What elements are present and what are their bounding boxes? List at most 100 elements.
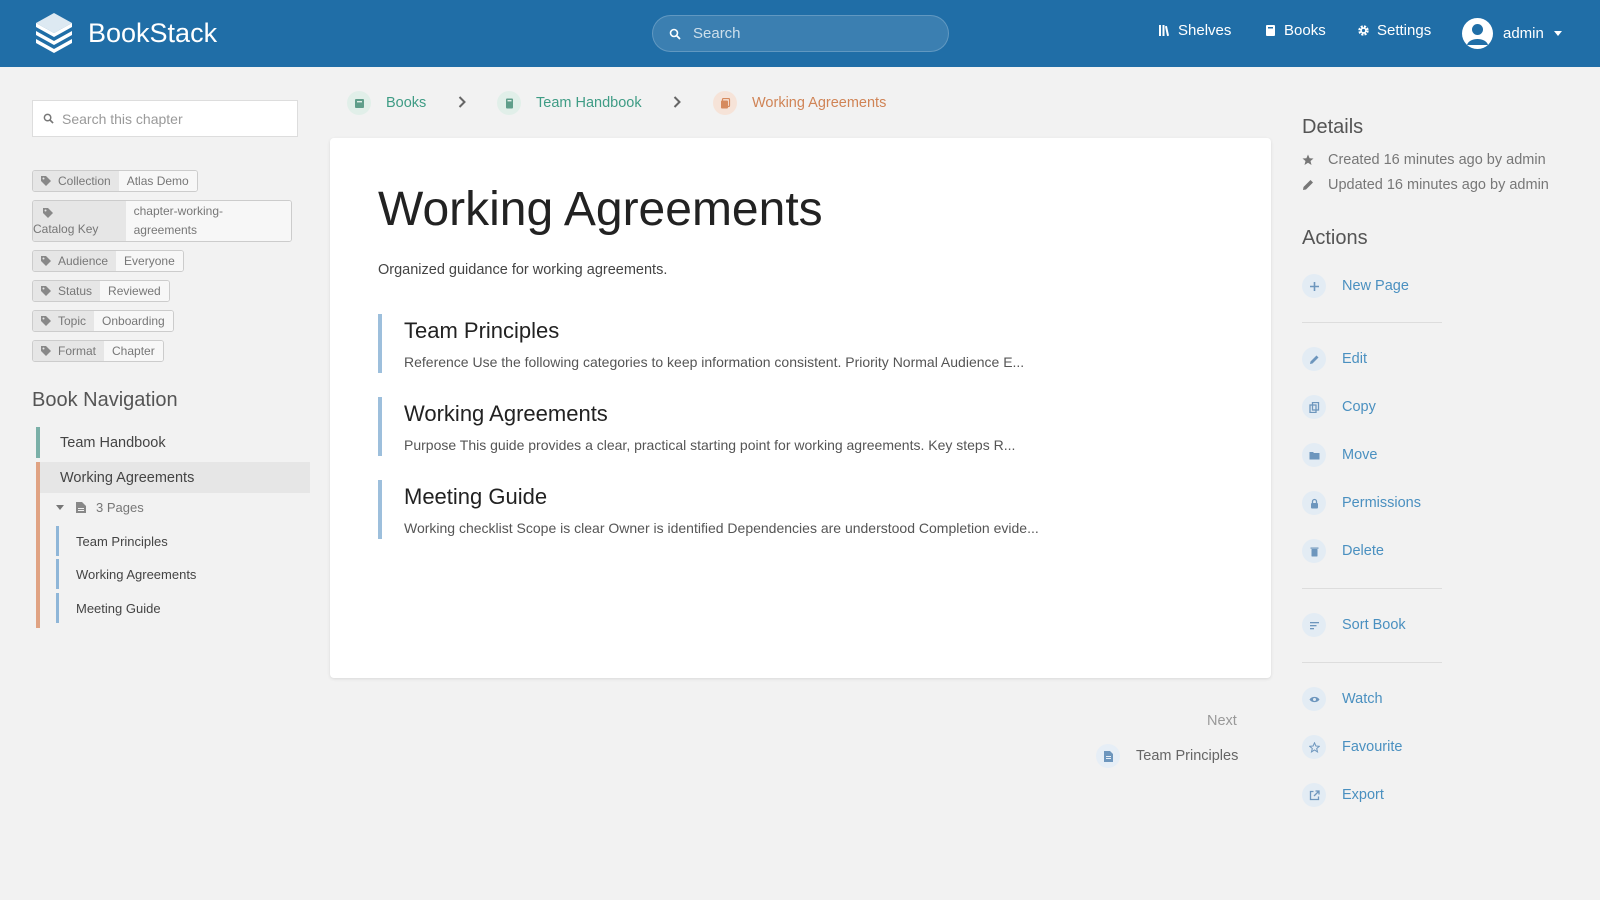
star-icon xyxy=(1302,154,1314,165)
tag-name: Audience xyxy=(33,251,117,271)
tag-list: Collection Atlas Demo Catalog Key chapter-… xyxy=(32,170,302,370)
tag-row: Catalog Key chapter-working-agreements xyxy=(32,200,302,250)
tag-row: Status Reviewed xyxy=(32,280,302,310)
move-button[interactable]: Move xyxy=(1302,443,1377,467)
nav-books[interactable]: Books xyxy=(1264,22,1326,39)
tag-status[interactable]: Status Reviewed xyxy=(32,280,170,302)
nav-settings[interactable]: Settings xyxy=(1357,22,1431,39)
actions-title: Actions xyxy=(1302,227,1368,249)
book-navigation-title: Book Navigation xyxy=(32,389,178,411)
tag-row: Collection Atlas Demo xyxy=(32,170,302,200)
tag-value: Everyone xyxy=(116,251,183,271)
gear-icon xyxy=(1358,25,1369,36)
edit-label: Edit xyxy=(1342,351,1367,367)
updated-meta: Updated 16 minutes ago by admin xyxy=(1302,177,1549,193)
tag-icon xyxy=(41,256,51,266)
pencil-icon xyxy=(1303,180,1313,190)
copy-button[interactable]: Copy xyxy=(1302,395,1376,419)
copy-label: Copy xyxy=(1342,399,1376,415)
nav-books-label: Books xyxy=(1284,22,1326,39)
tag-icon xyxy=(41,346,51,356)
page-entry[interactable]: Meeting Guide Working checklist Scope is… xyxy=(378,480,1228,539)
chapter-search[interactable] xyxy=(32,100,298,137)
user-icon xyxy=(1467,24,1488,45)
favourite-button[interactable]: Favourite xyxy=(1302,735,1402,759)
tag-name: Format xyxy=(33,341,105,361)
sort-book-label: Sort Book xyxy=(1342,617,1406,633)
books-icon xyxy=(1266,25,1275,36)
avatar xyxy=(1462,18,1493,49)
move-label: Move xyxy=(1342,447,1378,463)
tag-name-text: Status xyxy=(58,284,93,298)
book-nav-book[interactable]: Team Handbook xyxy=(36,427,310,458)
page-entry-title[interactable]: Team Principles xyxy=(404,318,1228,344)
user-menu[interactable]: admin xyxy=(1462,18,1562,49)
tag-icon xyxy=(41,176,51,186)
tag-name: Collection xyxy=(33,171,119,191)
breadcrumb-books[interactable]: Books xyxy=(347,91,426,115)
tag-value: Reviewed xyxy=(100,281,169,301)
tag-row: Audience Everyone xyxy=(32,250,302,280)
favourite-label: Favourite xyxy=(1342,739,1403,755)
edit-button[interactable]: Edit xyxy=(1302,347,1367,371)
top-header: BookStack Shelves Books Settings admin xyxy=(0,0,1600,67)
page-entry[interactable]: Working Agreements Purpose This guide pr… xyxy=(378,397,1228,456)
book-nav-page[interactable]: Working Agreements xyxy=(56,559,196,589)
chapter-description: Organized guidance for working agreement… xyxy=(378,262,668,278)
permissions-label: Permissions xyxy=(1342,495,1421,511)
app-name: BookStack xyxy=(88,17,218,48)
lock-icon xyxy=(1302,491,1326,515)
export-button[interactable]: Export xyxy=(1302,783,1384,807)
eye-icon xyxy=(1302,687,1326,711)
export-label: Export xyxy=(1342,787,1384,803)
pages-count: 3 Pages xyxy=(96,500,144,515)
book-nav-page[interactable]: Team Principles xyxy=(56,526,168,556)
breadcrumb-chapter[interactable]: Working Agreements xyxy=(713,91,886,115)
tag-audience[interactable]: Audience Everyone xyxy=(32,250,184,272)
created-meta: Created 16 minutes ago by admin xyxy=(1302,152,1546,168)
pages-toggle[interactable]: 3 Pages xyxy=(56,500,144,515)
tag-format[interactable]: Format Chapter xyxy=(32,340,164,362)
new-page-button[interactable]: New Page xyxy=(1302,274,1409,298)
bookstack-logo-icon xyxy=(36,13,72,53)
page-entry[interactable]: Team Principles Reference Use the follow… xyxy=(378,314,1228,373)
tag-collection[interactable]: Collection Atlas Demo xyxy=(32,170,198,192)
permissions-button[interactable]: Permissions xyxy=(1302,491,1421,515)
page-entry-title[interactable]: Working Agreements xyxy=(404,401,1228,427)
tag-topic[interactable]: Topic Onboarding xyxy=(32,310,174,332)
nav-settings-label: Settings xyxy=(1377,22,1432,39)
page-entry-title[interactable]: Meeting Guide xyxy=(404,484,1228,510)
tag-catalog-key[interactable]: Catalog Key chapter-working-agreements xyxy=(32,200,292,242)
breadcrumb-book[interactable]: Team Handbook xyxy=(497,91,642,115)
divider xyxy=(1302,588,1442,589)
shelves-icon xyxy=(1159,25,1170,37)
nav-shelves-label: Shelves xyxy=(1178,22,1232,39)
copy-icon xyxy=(1302,395,1326,419)
sort-icon xyxy=(1302,613,1326,637)
delete-button[interactable]: Delete xyxy=(1302,539,1384,563)
search-icon xyxy=(43,113,54,124)
next-page-link[interactable]: Team Principles xyxy=(1096,744,1238,768)
watch-button[interactable]: Watch xyxy=(1302,687,1383,711)
chevron-down-icon xyxy=(1553,31,1562,36)
chapter-icon xyxy=(713,91,737,115)
chevron-right-icon xyxy=(673,96,681,108)
global-search[interactable] xyxy=(652,15,949,52)
breadcrumb-books-label: Books xyxy=(386,95,427,111)
tag-name: Status xyxy=(33,281,101,301)
nav-shelves[interactable]: Shelves xyxy=(1158,22,1231,39)
tag-value: chapter-working-agreements xyxy=(125,201,291,241)
details-title: Details xyxy=(1302,116,1364,138)
page-entry-excerpt: Purpose This guide provides a clear, pra… xyxy=(404,437,1016,453)
book-nav-page[interactable]: Meeting Guide xyxy=(56,593,161,623)
sort-book-button[interactable]: Sort Book xyxy=(1302,613,1406,637)
app-logo[interactable]: BookStack xyxy=(32,13,217,53)
divider xyxy=(1302,322,1442,323)
next-label: Next xyxy=(1207,713,1237,729)
page-entry-excerpt: Reference Use the following categories t… xyxy=(404,354,1025,370)
book-nav-chapter[interactable]: Working Agreements xyxy=(36,462,310,493)
watch-label: Watch xyxy=(1342,691,1383,707)
chapter-search-input[interactable] xyxy=(62,110,282,127)
search-input[interactable] xyxy=(693,25,933,42)
tag-row: Topic Onboarding xyxy=(32,310,302,340)
